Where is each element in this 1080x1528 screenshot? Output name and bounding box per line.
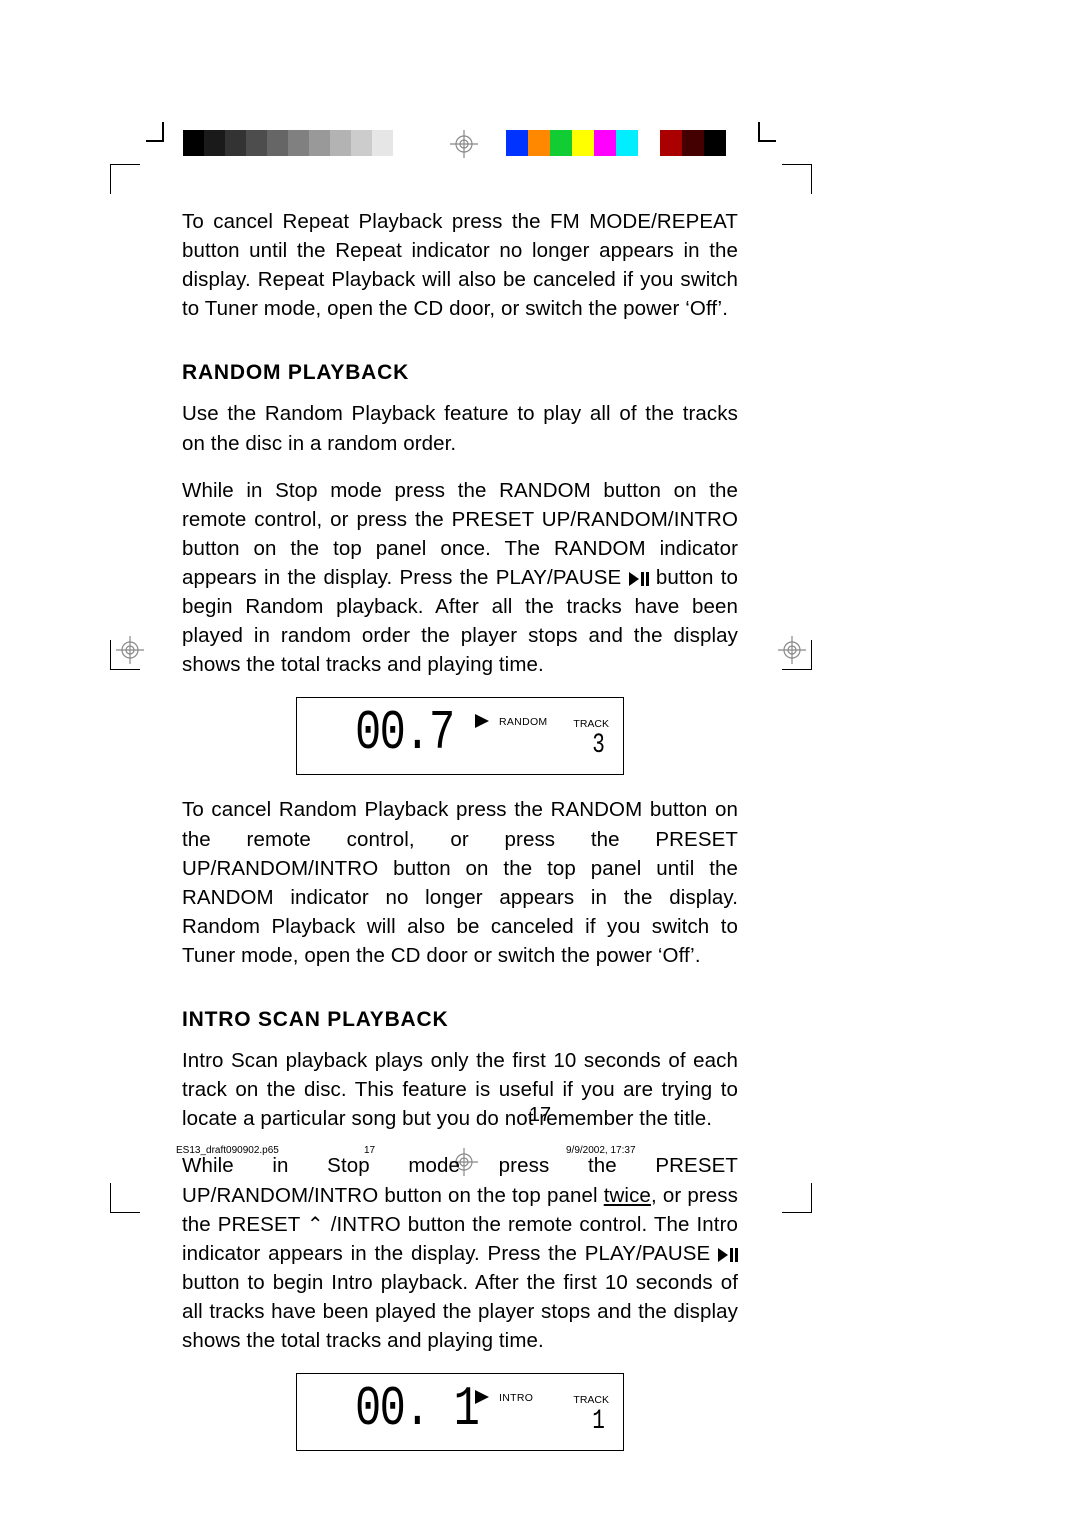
color-bar	[506, 130, 726, 156]
registration-mark-right	[778, 636, 806, 664]
crop-br	[782, 1183, 812, 1213]
lcd-time: 00. 1	[355, 1382, 478, 1436]
registration-mark-left	[116, 636, 144, 664]
grayscale-bar	[183, 130, 414, 156]
play-pause-icon	[629, 572, 649, 586]
para-random-main: While in Stop mode press the RANDOM butt…	[182, 476, 738, 680]
heading-intro: INTRO SCAN PLAYBACK	[182, 1008, 738, 1032]
text-underlined-twice: twice	[604, 1184, 651, 1207]
lcd-mode-label: INTRO	[499, 1392, 533, 1404]
play-icon	[475, 1390, 491, 1404]
para-random-intro: Use the Random Playback feature to play …	[182, 399, 738, 457]
lcd-track-label: TRACK	[573, 1394, 609, 1406]
crop-tr	[782, 164, 812, 194]
para-intro-main: While in Stop mode press the PRESET UP/R…	[182, 1151, 738, 1355]
lcd-time: 00.7	[355, 706, 454, 760]
lcd-track-label: TRACK	[573, 718, 609, 730]
lcd-display-random: 00.7 RANDOM TRACK 3	[296, 697, 624, 775]
footer-page: 17	[364, 1145, 375, 1156]
crop-tick	[162, 122, 164, 140]
lcd-display-intro: 00. 1 INTRO TRACK 1	[296, 1373, 624, 1451]
play-icon	[475, 714, 491, 728]
text-frag: While in Stop mode press the RANDOM butt…	[182, 479, 738, 589]
para-random-cancel: To cancel Random Playback press the RAND…	[182, 795, 738, 970]
lcd-mode-label: RANDOM	[499, 716, 547, 728]
para-cancel-repeat: To cancel Repeat Playback press the FM M…	[182, 207, 738, 323]
registration-mark-top	[450, 130, 478, 158]
crop-bl	[110, 1183, 140, 1213]
lcd-track-value: 3	[592, 734, 605, 758]
footer-datetime: 9/9/2002, 17:37	[566, 1145, 636, 1156]
lcd-track-value: 1	[592, 1410, 605, 1434]
play-pause-icon	[718, 1248, 738, 1262]
crop-tick	[758, 122, 760, 140]
heading-random: RANDOM PLAYBACK	[182, 361, 738, 385]
crop-tick	[146, 140, 164, 142]
page-number: 17	[0, 1104, 1080, 1127]
page-content: To cancel Repeat Playback press the FM M…	[182, 207, 738, 1471]
crop-tl	[110, 164, 140, 194]
text-frag: button to begin Intro playback. After th…	[182, 1271, 738, 1352]
footer-filename: ES13_draft090902.p65	[176, 1145, 279, 1156]
crop-tick	[758, 140, 776, 142]
preset-up-icon: ⌃	[307, 1214, 324, 1236]
